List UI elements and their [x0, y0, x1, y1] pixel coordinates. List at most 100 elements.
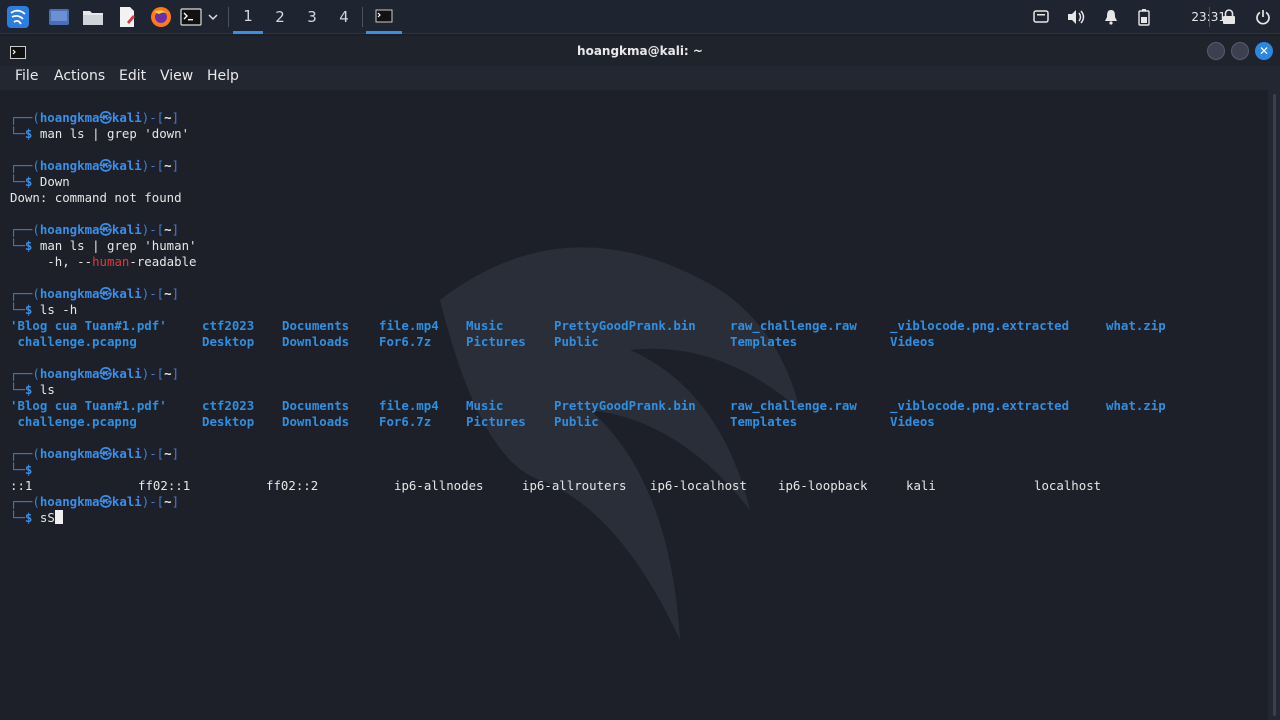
ls-entry: ctf2023 — [202, 398, 255, 413]
ls-entry: challenge.pcapng — [10, 414, 137, 429]
menu-view[interactable]: View — [160, 68, 193, 84]
host-completion: ip6-allnodes — [394, 478, 484, 493]
ls-entry: Music — [466, 318, 504, 333]
battery-icon — [1134, 0, 1154, 34]
prompt-line: ┌──(hoangkma㉿kali)-[~] — [10, 286, 180, 301]
workspace-4[interactable]: 4 — [329, 0, 359, 34]
taskbar: 1 2 3 4 23:31 — [0, 0, 1280, 34]
ls-entry: Downloads — [282, 414, 350, 429]
ls-entry: Music — [466, 398, 504, 413]
close-icon: ✕ — [1258, 44, 1270, 58]
prompt-line: ┌──(hoangkma㉿kali)-[~] — [10, 110, 180, 125]
close-button[interactable]: ✕ — [1255, 42, 1273, 60]
output-line: Down: command not found — [10, 190, 182, 205]
prompt-line: ┌──(hoangkma㉿kali)-[~] — [10, 446, 180, 461]
scrollbar-track[interactable] — [1273, 94, 1276, 716]
host-completion: ff02::1 — [138, 478, 191, 493]
title-bar[interactable]: hoangkma@kali: ~ ✕ — [0, 36, 1280, 66]
command-line: └─$ — [10, 462, 33, 477]
ls-entry: Pictures — [466, 414, 526, 429]
taskbar-separator — [362, 7, 363, 27]
menu-file[interactable]: File — [15, 68, 38, 84]
text-cursor — [54, 510, 63, 524]
bell-icon[interactable] — [1100, 0, 1122, 34]
ls-entry: For6.7z — [379, 414, 432, 429]
ls-entry: raw_challenge.raw — [730, 318, 857, 333]
command-line: └─$ ls -h — [10, 302, 78, 317]
taskbar-separator — [228, 7, 229, 27]
ls-entry: Public — [554, 414, 599, 429]
terminal-output[interactable]: ┌──(hoangkma㉿kali)-[~] └─$ man ls | grep… — [0, 90, 1268, 720]
volume-icon[interactable] — [1064, 0, 1088, 34]
dropdown-icon[interactable] — [204, 0, 222, 34]
host-completion: ip6-loopback — [778, 478, 868, 493]
kali-menu-icon[interactable] — [4, 0, 32, 34]
taskbar-separator — [1209, 7, 1210, 27]
host-completion: ::1 — [10, 478, 33, 493]
menu-help[interactable]: Help — [207, 68, 239, 84]
host-completion: ff02::2 — [266, 478, 319, 493]
ls-entry: Templates — [730, 334, 798, 349]
prompt-line: ┌──(hoangkma㉿kali)-[~] — [10, 494, 180, 509]
workspace-3[interactable]: 3 — [297, 0, 327, 34]
firefox-icon[interactable] — [148, 0, 174, 34]
scrollbar[interactable] — [1268, 90, 1280, 720]
command-line: └─$ Down — [10, 174, 70, 189]
workspace-2[interactable]: 2 — [265, 0, 295, 34]
minimize-button[interactable] — [1207, 42, 1225, 60]
terminal-task-icon[interactable] — [366, 0, 402, 34]
host-completion: ip6-localhost — [650, 478, 747, 493]
ls-entry: file.mp4 — [379, 318, 439, 333]
workspace-label: 1 — [243, 6, 253, 25]
ls-entry: file.mp4 — [379, 398, 439, 413]
screen-icon[interactable] — [1030, 0, 1052, 34]
ls-entry: 'Blog cua Tuan#1.pdf' — [10, 318, 167, 333]
terminal-window: hoangkma@kali: ~ ✕ File Actions Edit Vie… — [0, 36, 1280, 720]
ls-entry: PrettyGoodPrank.bin — [554, 318, 696, 333]
menu-edit[interactable]: Edit — [119, 68, 146, 84]
ls-entry: Public — [554, 334, 599, 349]
workspace-label: 2 — [275, 8, 285, 26]
ls-entry: Videos — [890, 334, 935, 349]
power-icon[interactable] — [1252, 0, 1274, 34]
ls-entry: what.zip — [1106, 398, 1166, 413]
workspace-label: 3 — [307, 8, 317, 26]
ls-entry: _viblocode.png.extracted — [890, 398, 1070, 413]
prompt-line: ┌──(hoangkma㉿kali)-[~] — [10, 366, 180, 381]
desktop-icon[interactable] — [46, 0, 72, 34]
ls-entry: Pictures — [466, 334, 526, 349]
ls-entry: Documents — [282, 318, 350, 333]
ls-entry: Downloads — [282, 334, 350, 349]
files-icon[interactable] — [80, 0, 106, 34]
host-completion: ip6-allrouters — [522, 478, 627, 493]
host-completion: localhost — [1034, 478, 1102, 493]
ls-entry: Documents — [282, 398, 350, 413]
text-editor-icon[interactable] — [114, 0, 140, 34]
ls-entry: Templates — [730, 414, 798, 429]
menu-bar: File Actions Edit View Help — [0, 66, 1280, 90]
ls-entry: For6.7z — [379, 334, 432, 349]
ls-entry: _viblocode.png.extracted — [890, 318, 1070, 333]
ls-entry: PrettyGoodPrank.bin — [554, 398, 696, 413]
ls-entry: Desktop — [202, 414, 255, 429]
ls-entry: Videos — [890, 414, 935, 429]
prompt-line: ┌──(hoangkma㉿kali)-[~] — [10, 222, 180, 237]
terminal-icon[interactable] — [178, 0, 204, 34]
host-completion: kali — [906, 478, 936, 493]
command-line[interactable]: └─$ sS — [10, 510, 63, 526]
ls-entry: 'Blog cua Tuan#1.pdf' — [10, 398, 167, 413]
output-line: -h, --human-readable — [10, 254, 197, 269]
maximize-button[interactable] — [1231, 42, 1249, 60]
ls-entry: raw_challenge.raw — [730, 398, 857, 413]
workspace-label: 4 — [339, 8, 349, 26]
ls-entry: what.zip — [1106, 318, 1166, 333]
lock-icon[interactable] — [1218, 0, 1240, 34]
ls-entry: challenge.pcapng — [10, 334, 137, 349]
menu-actions[interactable]: Actions — [54, 68, 105, 84]
command-line: └─$ man ls | grep 'human' — [10, 238, 197, 253]
workspace-1[interactable]: 1 — [233, 0, 263, 34]
command-line: └─$ man ls | grep 'down' — [10, 126, 190, 141]
command-line: └─$ ls — [10, 382, 55, 397]
ls-entry: ctf2023 — [202, 318, 255, 333]
window-title: hoangkma@kali: ~ — [577, 44, 703, 58]
